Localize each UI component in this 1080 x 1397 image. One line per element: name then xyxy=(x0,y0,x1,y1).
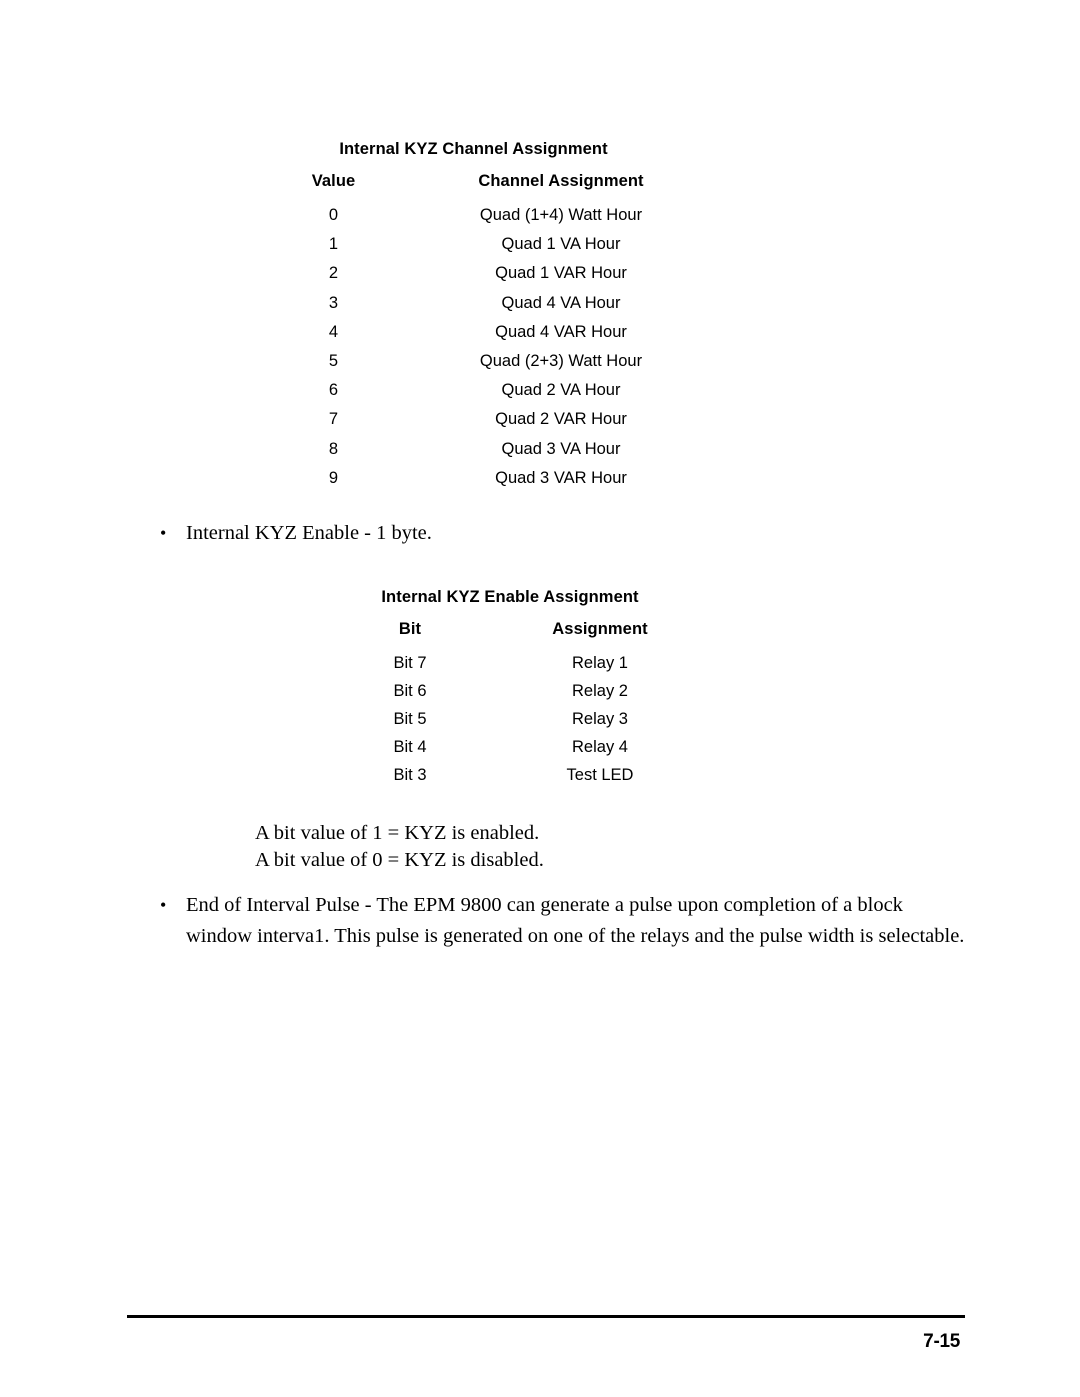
cell-assignment: Quad 3 VA Hour xyxy=(501,439,621,458)
cell-value: 1 xyxy=(328,235,339,254)
cell-assignment: Quad 2 VAR Hour xyxy=(495,410,627,429)
table-row: 8 Quad 3 VA Hour xyxy=(246,435,701,464)
cell-assignment: Relay 2 xyxy=(572,682,628,700)
table-title: Internal KYZ Enable Assignment xyxy=(381,588,639,606)
cell-bit: Bit 6 xyxy=(393,682,427,700)
table-row: 5 Quad (2+3) Watt Hour xyxy=(246,347,701,376)
table-row: 0 Quad (1+4) Watt Hour xyxy=(246,201,701,230)
cell-assignment: Quad 3 VAR Hour xyxy=(495,468,627,487)
document-page: Internal KYZ Channel Assignment Value Ch… xyxy=(0,0,1080,1397)
table-row: 4 Quad 4 VAR Hour xyxy=(246,318,701,347)
internal-kyz-channel-assignment-table: Internal KYZ Channel Assignment Value Ch… xyxy=(246,140,701,493)
cell-value: 8 xyxy=(328,439,339,458)
cell-assignment: Quad 4 VAR Hour xyxy=(495,322,627,341)
cell-value: 0 xyxy=(328,206,339,224)
cell-bit: Bit 3 xyxy=(393,766,427,784)
bullet-end-of-interval-pulse: • End of Interval Pulse - The EPM 9800 c… xyxy=(160,890,970,952)
cell-assignment: Quad (1+4) Watt Hour xyxy=(479,206,643,224)
bullet-icon: • xyxy=(160,895,167,915)
bit-value-explanation: A bit value of 1 = KYZ is enabled. A bit… xyxy=(255,820,815,873)
table-row: 3 Quad 4 VA Hour xyxy=(246,289,701,318)
cell-value: 5 xyxy=(328,352,339,371)
table-row: Bit 7 Relay 1 xyxy=(320,649,700,677)
column-header-channel-assignment: Channel Assignment xyxy=(478,172,644,190)
internal-kyz-enable-assignment-table: Internal KYZ Enable Assignment Bit Assig… xyxy=(320,588,700,789)
cell-assignment: Relay 4 xyxy=(572,738,628,756)
cell-value: 3 xyxy=(328,293,339,312)
page-number: 7-15 xyxy=(923,1331,960,1352)
footer-divider xyxy=(127,1315,965,1318)
bullet-text: Internal KYZ Enable - 1 byte. xyxy=(186,522,432,544)
cell-bit: Bit 7 xyxy=(393,654,427,672)
bit-value-disabled-line: A bit value of 0 = KYZ is disabled. xyxy=(255,848,544,871)
column-header-value: Value xyxy=(311,172,356,190)
table-header-row: Value Channel Assignment xyxy=(246,172,701,201)
cell-value: 2 xyxy=(328,264,339,283)
cell-assignment: Quad 4 VA Hour xyxy=(501,293,621,312)
cell-value: 9 xyxy=(328,468,339,487)
cell-value: 6 xyxy=(328,381,339,400)
table-row: 7 Quad 2 VAR Hour xyxy=(246,405,701,434)
table-row: Bit 6 Relay 2 xyxy=(320,677,700,705)
cell-assignment: Quad 2 VA Hour xyxy=(501,381,621,400)
bullet-text: End of Interval Pulse - The EPM 9800 can… xyxy=(186,894,965,947)
cell-assignment: Relay 3 xyxy=(572,710,628,728)
bullet-internal-kyz-enable: • Internal KYZ Enable - 1 byte. xyxy=(160,518,800,548)
cell-assignment: Test LED xyxy=(566,766,634,784)
table-row: 2 Quad 1 VAR Hour xyxy=(246,259,701,288)
column-header-bit: Bit xyxy=(398,620,422,638)
cell-value: 4 xyxy=(328,322,339,341)
table-row: Bit 3 Test LED xyxy=(320,761,700,789)
table-row: Bit 4 Relay 4 xyxy=(320,733,700,761)
cell-assignment: Quad 1 VAR Hour xyxy=(495,264,627,283)
bullet-icon: • xyxy=(160,523,167,543)
table-title: Internal KYZ Channel Assignment xyxy=(339,140,608,158)
table-row: Bit 5 Relay 3 xyxy=(320,705,700,733)
table-header-row: Bit Assignment xyxy=(320,620,700,649)
table-row: 9 Quad 3 VAR Hour xyxy=(246,464,701,493)
table-row: 1 Quad 1 VA Hour xyxy=(246,230,701,259)
cell-value: 7 xyxy=(328,410,339,429)
cell-assignment: Relay 1 xyxy=(572,654,628,672)
table-row: 6 Quad 2 VA Hour xyxy=(246,376,701,405)
cell-bit: Bit 4 xyxy=(393,738,427,756)
cell-assignment: Quad (2+3) Watt Hour xyxy=(479,352,643,371)
cell-bit: Bit 5 xyxy=(393,710,427,728)
column-header-assignment: Assignment xyxy=(552,620,648,638)
bit-value-enabled-line: A bit value of 1 = KYZ is enabled. xyxy=(255,822,540,844)
cell-assignment: Quad 1 VA Hour xyxy=(501,235,621,254)
